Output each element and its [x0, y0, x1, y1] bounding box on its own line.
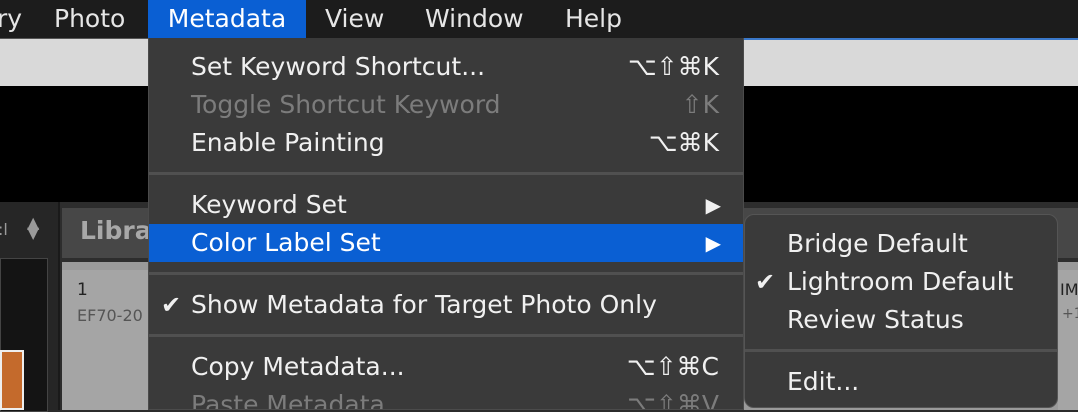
menu-item-label: Keyword Set — [191, 190, 347, 219]
menu-item-shortcut: ⌥⌘K — [648, 128, 719, 157]
menu-separator — [149, 334, 743, 337]
window-accent — [742, 38, 1078, 40]
submenu-item-label: Review Status — [787, 305, 964, 334]
menu-bar: ry Photo Metadata View Window Help — [0, 0, 1078, 38]
menu-item-label: Color Label Set — [191, 228, 381, 257]
submenu-item-label: Edit... — [787, 367, 860, 396]
menu-view[interactable]: View — [325, 0, 384, 38]
submenu-item-label: Bridge Default — [787, 229, 968, 258]
menu-item-label: Copy Metadata... — [191, 352, 405, 381]
submenu-item-lightroom-default[interactable]: ✔ Lightroom Default — [745, 263, 1057, 301]
submenu-item-review-status[interactable]: Review Status — [745, 301, 1057, 339]
menu-metadata[interactable]: Metadata — [148, 0, 306, 38]
color-label-set-submenu: Bridge Default ✔ Lightroom Default Revie… — [744, 214, 1058, 408]
submenu-item-label: Lightroom Default — [787, 267, 1014, 296]
submenu-arrow-icon: ▶ — [705, 193, 721, 217]
menu-item-shortcut: ⌥⇧⌘V — [627, 390, 719, 410]
grid-cell-filetype: IM — [1060, 280, 1078, 299]
grid-cell-lens: EF70-20 — [77, 306, 143, 325]
menu-item-set-keyword-shortcut[interactable]: Set Keyword Shortcut... ⌥⇧⌘K — [149, 48, 743, 86]
menu-item-toggle-shortcut-keyword: Toggle Shortcut Keyword ⇧K — [149, 86, 743, 124]
menu-window[interactable]: Window — [425, 0, 524, 38]
sort-stepper-icon[interactable]: ▲ ▼ — [27, 215, 39, 241]
checkmark-icon: ✔ — [161, 291, 182, 319]
menu-library[interactable]: ry — [0, 0, 22, 38]
menu-item-shortcut: ⌥⇧⌘C — [626, 352, 719, 381]
menu-item-keyword-set[interactable]: Keyword Set ▶ — [149, 186, 743, 224]
menu-item-copy-metadata[interactable]: Copy Metadata... ⌥⇧⌘C — [149, 348, 743, 386]
checkmark-icon: ✔ — [755, 268, 776, 296]
library-title: Libra — [80, 216, 152, 245]
submenu-arrow-icon: ▶ — [705, 231, 721, 255]
grid-cell-number: 1 — [77, 280, 88, 300]
submenu-item-bridge-default[interactable]: Bridge Default — [745, 225, 1057, 263]
submenu-separator — [745, 349, 1057, 352]
menu-item-label: Enable Painting — [191, 128, 385, 157]
menu-separator — [149, 272, 743, 275]
menu-help[interactable]: Help — [565, 0, 622, 38]
navigator-thumbnail[interactable] — [0, 350, 24, 410]
metadata-dropdown-menu: Set Keyword Shortcut... ⌥⇧⌘K Toggle Shor… — [148, 38, 744, 410]
menu-item-enable-painting[interactable]: Enable Painting ⌥⌘K — [149, 124, 743, 162]
menu-item-show-metadata-target-only[interactable]: ✔ Show Metadata for Target Photo Only — [149, 286, 743, 324]
menu-item-label: Set Keyword Shortcut... — [191, 52, 486, 81]
menu-item-shortcut: ⌥⇧⌘K — [627, 52, 719, 81]
menu-item-shortcut: ⇧K — [681, 90, 719, 119]
left-panel-label: :l — [0, 220, 8, 239]
menu-item-color-label-set[interactable]: Color Label Set ▶ — [149, 224, 743, 262]
menu-item-label: Show Metadata for Target Photo Only — [191, 290, 657, 319]
menu-photo[interactable]: Photo — [54, 0, 125, 38]
menu-item-paste-metadata: Paste Metadata ⌥⇧⌘V — [149, 386, 743, 410]
submenu-item-edit[interactable]: Edit... — [745, 363, 1057, 401]
menu-item-label: Toggle Shortcut Keyword — [191, 90, 501, 119]
menu-item-label: Paste Metadata — [191, 390, 385, 410]
menu-separator — [149, 172, 743, 175]
grid-cell-extra: +1 — [1062, 306, 1078, 322]
